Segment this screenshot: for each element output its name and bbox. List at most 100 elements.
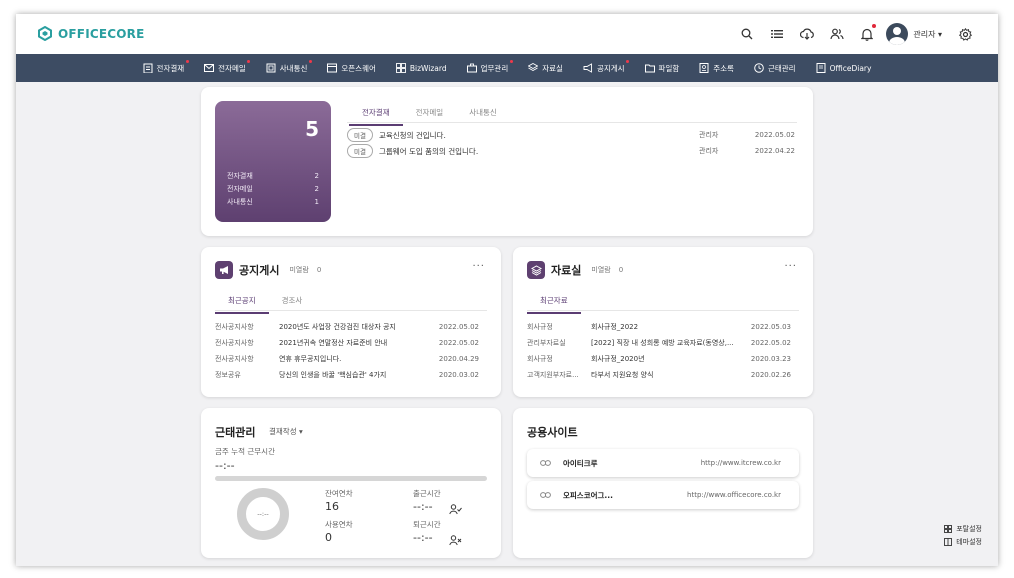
checkin-button[interactable]: [449, 500, 462, 519]
avatar: [886, 23, 909, 45]
nav-item-label: 사내통신: [279, 63, 308, 73]
nav-item-approval[interactable]: 전자결재: [133, 54, 195, 82]
attendance-mode-select[interactable]: 결재작성 ▾: [269, 426, 303, 437]
attendance-title[interactable]: 근태관리: [215, 424, 255, 440]
approval-author: 관리자: [699, 131, 719, 139]
more-button[interactable]: ···: [472, 261, 485, 272]
library-tabs: 최근자료: [527, 295, 581, 314]
list-item[interactable]: 전사공지사항 2020년도 사업장 건강검진 대상자 공지 2022.05.02: [215, 319, 479, 335]
approval-date: 2022.04.22: [754, 147, 795, 155]
users-button[interactable]: [822, 22, 852, 46]
nav-alert-dot: [509, 60, 513, 63]
nav-item-briefcase[interactable]: 업무관리: [457, 54, 519, 82]
notice-card: 공지게시 미열람 0 ··· 최근공지 경조사 전사공지사항 2020년도 사업장…: [201, 247, 501, 397]
sites-title: 공용사이트: [527, 426, 578, 439]
nav-item-clock[interactable]: 근태관리: [744, 54, 806, 82]
summary-tabs: 전자결재 전자메일 사내통신: [349, 107, 510, 126]
portal-settings-link[interactable]: 포탈설정: [944, 522, 982, 535]
list-item[interactable]: 고객지원부자료... 타부서 지원요청 양식 2020.02.26: [527, 367, 791, 383]
nav-alert-dot: [308, 60, 312, 63]
approval-author: 관리자: [699, 147, 719, 155]
status-badge: 미결: [347, 144, 373, 158]
summary-tile[interactable]: 5 전자결재 2 전자메일 2 사내통신 1: [215, 101, 331, 222]
nav-item-grid[interactable]: BizWizard: [386, 54, 457, 82]
theme-settings-link[interactable]: 테마설정: [944, 535, 982, 548]
library-header: 자료실 미열람 0: [527, 261, 623, 279]
tab-message[interactable]: 사내통신: [456, 107, 510, 126]
summary-row[interactable]: 전자메일 2: [227, 182, 319, 195]
nav-item-folder[interactable]: 파일함: [635, 54, 690, 82]
tab-mail[interactable]: 전자메일: [403, 107, 457, 126]
link-icon: [539, 492, 551, 498]
tab-approval[interactable]: 전자결재: [349, 107, 403, 126]
megaphone-icon: [219, 266, 228, 274]
logo[interactable]: OFFICECORE: [38, 26, 145, 41]
nav-item-layers[interactable]: 자료실: [518, 54, 573, 82]
list-item[interactable]: 정보공유 당신의 인생을 바꿀 '핵심습관' 4가지 2020.03.02: [215, 367, 479, 383]
approval-date: 2022.05.02: [754, 131, 795, 139]
notice-header: 공지게시 미열람 0: [215, 261, 321, 279]
tab-recent-notice[interactable]: 최근공지: [215, 295, 269, 314]
library-title[interactable]: 자료실: [551, 262, 581, 278]
theme-settings-label: 테마설정: [956, 537, 982, 546]
summary-row[interactable]: 전자결재 2: [227, 169, 319, 182]
nav-item-label: 전자메일: [218, 63, 246, 73]
portal-settings-label: 포탈설정: [956, 524, 982, 533]
summary-total: 5: [305, 117, 319, 141]
side-links: 포탈설정 테마설정: [944, 522, 982, 548]
user-check-icon: [449, 504, 462, 515]
approval-item[interactable]: 미결 교육신청의 건입니다. 관리자 2022.05.02: [347, 128, 795, 142]
site-name: 오피스코어그...: [563, 490, 613, 500]
list-button[interactable]: [762, 22, 792, 46]
nav-item-mail[interactable]: 전자메일: [194, 54, 256, 82]
checkin-value: --:--: [413, 500, 433, 513]
checkout-button[interactable]: [449, 531, 462, 550]
header-icons: 관리자 ▾: [732, 22, 980, 46]
nav-item-diary[interactable]: OfficeDiary: [806, 54, 882, 82]
used-leave-value: 0: [325, 531, 332, 544]
nav-item-addressbook[interactable]: 주소록: [689, 54, 744, 82]
remaining-leave-value: 16: [325, 500, 339, 513]
list-item[interactable]: 전사공지사항 연휴 휴무공지입니다. 2020.04.29: [215, 351, 479, 367]
site-link[interactable]: 아이티크루 http://www.itcrew.co.kr: [527, 449, 799, 477]
nav-item-megaphone[interactable]: 공지게시: [573, 54, 635, 82]
notice-title[interactable]: 공지게시: [239, 262, 279, 278]
list-item[interactable]: 전사공지사항 2021년귀속 연말정산 자료준비 안내 2022.05.02: [215, 335, 479, 351]
notifications-button[interactable]: [852, 22, 882, 46]
approval-item[interactable]: 미결 그룹웨어 도입 품의의 건입니다. 관리자 2022.04.22: [347, 144, 795, 158]
nav-item-label: 자료실: [542, 63, 563, 73]
tab-events[interactable]: 경조사: [269, 295, 316, 314]
nav-item-label: 오픈스퀘어: [341, 63, 376, 73]
settings-button[interactable]: [950, 22, 980, 46]
list-item[interactable]: 관리부자료실 [2022] 직장 내 성희롱 예방 교육자료(동영상,... 202…: [527, 335, 791, 351]
megaphone-icon: [583, 63, 592, 73]
list-item[interactable]: 회사규정 회사규정_2022 2022.05.03: [527, 319, 791, 335]
nav-item-square[interactable]: 오픈스퀘어: [317, 54, 386, 82]
checkin-label: 출근시간: [413, 489, 441, 498]
site-link[interactable]: 오피스코어그... http://www.officecore.co.kr: [527, 481, 799, 509]
square-icon: [327, 63, 338, 73]
summary-row[interactable]: 사내통신 1: [227, 195, 319, 208]
tab-divider: [527, 310, 799, 311]
grid-icon: [944, 524, 953, 533]
search-button[interactable]: [732, 22, 762, 46]
user-menu[interactable]: 관리자 ▾: [886, 23, 942, 45]
layers-icon: [528, 63, 539, 72]
tab-recent-files[interactable]: 최근자료: [527, 295, 581, 314]
nav-alert-dot: [625, 60, 629, 63]
more-button[interactable]: ···: [784, 261, 797, 272]
theme-icon: [944, 537, 953, 546]
diary-icon: [816, 63, 826, 73]
nav-item-label: 주소록: [713, 63, 734, 73]
site-url: http://www.itcrew.co.kr: [700, 459, 781, 467]
nav-alert-dot: [185, 60, 189, 63]
approval-subject: 교육신청의 건입니다.: [378, 130, 446, 140]
bell-icon: [861, 28, 874, 41]
briefcase-icon: [466, 63, 477, 73]
nav-item-message[interactable]: 사내통신: [256, 54, 318, 82]
logo-text: OFFICECORE: [58, 26, 145, 41]
checkout-label: 퇴근시간: [413, 520, 441, 529]
list-item[interactable]: 회사규정 회사규정_2020년 2020.03.23: [527, 351, 791, 367]
download-button[interactable]: [792, 22, 822, 46]
tab-divider: [215, 310, 487, 311]
